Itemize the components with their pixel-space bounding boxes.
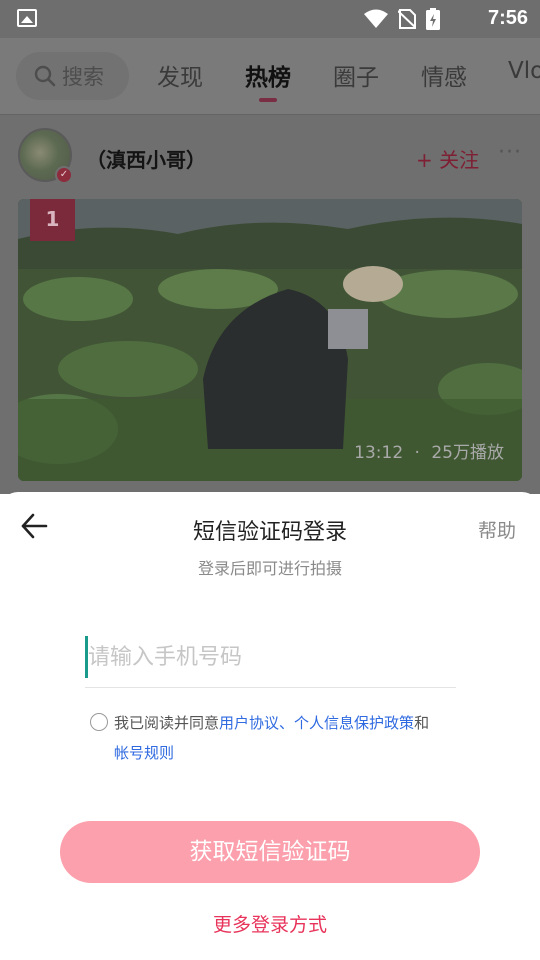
top-tabs-bar: 搜索 发现 热榜 圈子 情感 Vlo bbox=[0, 38, 540, 114]
header-divider bbox=[0, 114, 540, 115]
phone-number-input[interactable] bbox=[88, 632, 448, 682]
tab-discover[interactable]: 发现 bbox=[157, 58, 203, 92]
privacy-policy-link[interactable]: 个人信息保护政策 bbox=[294, 714, 414, 732]
feed-card: ✓ （滇西小哥） + 关注 ··· 1 13:12 · 25万播放 bbox=[0, 114, 540, 494]
agreement-prefix: 我已阅读并同意 bbox=[114, 714, 220, 732]
help-link[interactable]: 帮助 bbox=[478, 516, 516, 543]
status-icons bbox=[364, 8, 440, 30]
phone-input-wrapper bbox=[85, 632, 456, 688]
gallery-icon bbox=[17, 9, 37, 27]
author-name[interactable]: （滇西小哥） bbox=[86, 144, 206, 173]
wifi-icon bbox=[364, 9, 388, 28]
video-duration: 13:12 bbox=[354, 443, 404, 463]
sms-login-sheet: 短信验证码登录 帮助 登录后即可进行拍摄 我已阅读并同意用户协议、个人信息保护政… bbox=[0, 492, 540, 960]
search-label: 搜索 bbox=[62, 65, 104, 89]
meta-separator: · bbox=[414, 443, 420, 463]
status-time: 7:56 bbox=[487, 7, 528, 29]
agreement-radio[interactable] bbox=[90, 713, 108, 731]
tab-hot-list[interactable]: 热榜 bbox=[245, 58, 291, 102]
sheet-subtitle: 登录后即可进行拍摄 bbox=[197, 559, 342, 578]
get-sms-code-button[interactable]: 获取短信验证码 bbox=[60, 821, 480, 883]
search-icon bbox=[34, 65, 56, 87]
rank-badge: 1 bbox=[30, 199, 75, 241]
video-meta: 13:12 · 25万播放 bbox=[354, 438, 504, 463]
no-sim-icon bbox=[398, 9, 416, 29]
agreement-and: 和 bbox=[414, 714, 430, 732]
agreement-row: 我已阅读并同意用户协议、个人信息保护政策和 帐号规则 bbox=[90, 708, 490, 768]
more-options-icon[interactable]: ··· bbox=[498, 140, 522, 165]
video-plays: 25万播放 bbox=[431, 443, 504, 463]
account-rules-link[interactable]: 帐号规则 bbox=[114, 744, 174, 762]
battery-icon bbox=[426, 8, 440, 30]
tab-vlog[interactable]: Vlo bbox=[508, 58, 540, 84]
verified-badge-icon: ✓ bbox=[55, 166, 73, 184]
agreement-comma: 、 bbox=[279, 714, 295, 732]
search-button[interactable]: 搜索 bbox=[16, 52, 129, 100]
follow-button[interactable]: + 关注 bbox=[416, 144, 479, 173]
sheet-title: 短信验证码登录 bbox=[192, 520, 347, 545]
tab-emotion[interactable]: 情感 bbox=[421, 58, 467, 92]
video-thumbnail[interactable]: 1 13:12 · 25万播放 bbox=[18, 199, 522, 481]
more-login-options-link[interactable]: 更多登录方式 bbox=[0, 910, 540, 937]
user-agreement-link[interactable]: 用户协议 bbox=[219, 714, 279, 732]
tab-circles[interactable]: 圈子 bbox=[333, 58, 379, 92]
status-bar: 7:56 bbox=[0, 0, 540, 38]
